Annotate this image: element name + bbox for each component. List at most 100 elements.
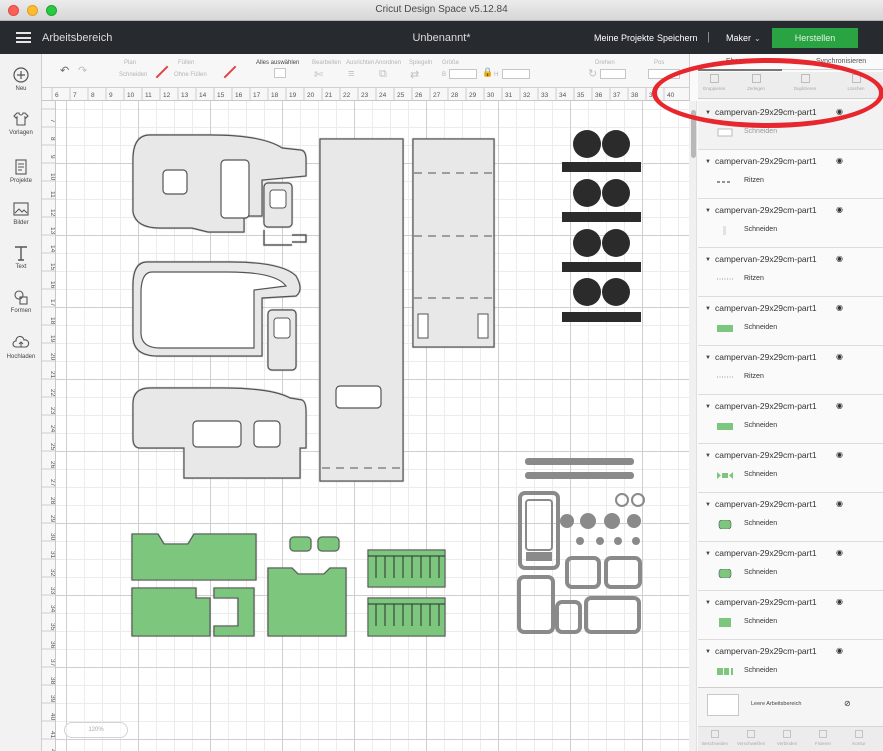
expand-caret-icon[interactable]: ▼ [705, 110, 711, 116]
flatten-button[interactable]: Fixieren [808, 730, 838, 746]
sidebar-item-images[interactable]: Bilder [0, 200, 42, 226]
sidebar-item-templates[interactable]: Vorlagen [0, 110, 42, 136]
position-input[interactable] [648, 69, 680, 79]
green-floor-part-1[interactable] [131, 533, 257, 581]
save-button[interactable]: Speichern [657, 33, 698, 43]
visibility-eye-icon[interactable]: ◉ [836, 450, 843, 459]
visibility-eye-icon[interactable]: ◉ [836, 597, 843, 606]
layer-row[interactable]: ▼ campervan-29x29cm-part1 ◉ Schneiden [698, 199, 883, 248]
visibility-eye-icon[interactable]: ◉ [836, 352, 843, 361]
folded-panel-part[interactable] [412, 138, 495, 348]
layer-row[interactable]: ▼ campervan-29x29cm-part1 ◉ Ritzen [698, 346, 883, 395]
select-all-button[interactable] [274, 68, 286, 78]
layer-swatch-score-dots[interactable] [717, 373, 733, 382]
fill-select[interactable]: Ohne Füllen [174, 72, 207, 78]
layer-swatch-green-pair[interactable] [717, 667, 733, 676]
linetype-color-swatch[interactable] [155, 65, 169, 79]
undo-icon[interactable]: ↶ [60, 64, 69, 77]
expand-caret-icon[interactable]: ▼ [705, 453, 711, 459]
layer-row[interactable]: ▼ campervan-29x29cm-part1 ◉ Ritzen [698, 150, 883, 199]
visibility-eye-icon[interactable]: ◉ [836, 548, 843, 557]
layer-swatch-outline-grey[interactable] [717, 128, 733, 137]
visibility-eye-icon[interactable]: ◉ [836, 303, 843, 312]
layer-operation[interactable]: Schneiden [744, 128, 777, 135]
sidebar-item-shapes[interactable]: Formen [0, 288, 42, 314]
edit-tools-icon[interactable]: ✄ [314, 68, 323, 81]
redo-icon[interactable]: ↷ [78, 64, 87, 77]
layer-operation[interactable]: Schneiden [744, 520, 777, 527]
expand-caret-icon[interactable]: ▼ [705, 600, 711, 606]
visibility-eye-icon[interactable]: ◉ [836, 107, 843, 116]
layers-scrollbar[interactable] [689, 101, 697, 751]
layer-operation[interactable]: Schneiden [744, 569, 777, 576]
layer-operation[interactable]: Schneiden [744, 667, 777, 674]
attach-button[interactable]: Verbinden [772, 730, 802, 746]
tall-panel-part[interactable] [319, 138, 404, 482]
design-canvas[interactable] [56, 101, 689, 751]
expand-caret-icon[interactable]: ▼ [705, 502, 711, 508]
expand-caret-icon[interactable]: ▼ [705, 649, 711, 655]
weld-button[interactable]: Verschweißen [736, 730, 766, 746]
sidebar-item-projects[interactable]: Projekte [0, 158, 42, 184]
fill-color-swatch[interactable] [223, 65, 237, 79]
rotate-icon[interactable]: ↻ [588, 67, 597, 80]
duplicate-button[interactable]: Duplizieren [791, 74, 819, 91]
layer-row[interactable]: ▼ campervan-29x29cm-part1 ◉ Schneiden [698, 297, 883, 346]
camper-wall-part-3[interactable] [132, 387, 307, 479]
layer-operation[interactable]: Schneiden [744, 618, 777, 625]
layer-row[interactable]: ▼ campervan-29x29cm-part1 ◉ Schneiden [698, 101, 883, 150]
visibility-eye-icon[interactable]: ◉ [836, 646, 843, 655]
rotate-input[interactable] [600, 69, 626, 79]
ungroup-button[interactable]: Zerlegen [742, 74, 770, 91]
grey-bars-part[interactable] [525, 458, 634, 479]
expand-caret-icon[interactable]: ▼ [705, 404, 711, 410]
layer-row[interactable]: ▼ campervan-29x29cm-part1 ◉ Schneiden [698, 493, 883, 542]
layer-swatch-green-rect[interactable] [717, 422, 733, 431]
tab-sync[interactable]: Synchronisieren [816, 58, 866, 65]
grey-dots-part[interactable] [560, 493, 645, 545]
black-wheels-part[interactable] [562, 130, 641, 322]
visibility-eye-icon[interactable]: ◉ [836, 205, 843, 214]
layer-swatch-score-dots[interactable] [717, 275, 733, 284]
layer-operation[interactable]: Ritzen [744, 373, 764, 380]
green-small-pads-part[interactable] [289, 536, 340, 552]
layer-row[interactable]: ▼ campervan-29x29cm-part1 ◉ Ritzen [698, 248, 883, 297]
lock-ratio-icon[interactable]: 🔒 [482, 67, 493, 78]
expand-caret-icon[interactable]: ▼ [705, 551, 711, 557]
visibility-eye-icon[interactable]: ◉ [836, 499, 843, 508]
visibility-eye-icon[interactable]: ◉ [836, 254, 843, 263]
layers-scrollbar-thumb[interactable] [691, 110, 696, 158]
layer-operation[interactable]: Ritzen [744, 275, 764, 282]
zoom-control[interactable]: 120% [64, 722, 128, 738]
expand-caret-icon[interactable]: ▼ [705, 159, 711, 165]
layer-operation[interactable]: Schneiden [744, 324, 777, 331]
layer-row[interactable]: ▼ campervan-29x29cm-part1 ◉ Schneiden [698, 444, 883, 493]
expand-caret-icon[interactable]: ▼ [705, 208, 711, 214]
expand-caret-icon[interactable]: ▼ [705, 257, 711, 263]
visibility-eye-icon[interactable]: ◉ [836, 401, 843, 410]
green-seat-part[interactable] [267, 567, 347, 637]
width-input[interactable] [449, 69, 477, 79]
visibility-eye-icon[interactable]: ◉ [836, 156, 843, 165]
flip-icon[interactable]: ⇄ [410, 68, 419, 81]
layer-operation[interactable]: Ritzen [744, 177, 764, 184]
sidebar-item-text[interactable]: Text [0, 244, 42, 270]
hamburger-menu-icon[interactable] [16, 32, 31, 43]
small-window-part-1[interactable] [263, 182, 307, 246]
layer-swatch-green-rounded[interactable] [717, 569, 733, 578]
layer-row[interactable]: ▼ campervan-29x29cm-part1 ◉ Schneiden [698, 542, 883, 591]
make-it-button[interactable]: Herstellen [772, 28, 858, 48]
linetype-select[interactable]: Schneiden [119, 72, 147, 78]
height-input[interactable] [502, 69, 530, 79]
expand-caret-icon[interactable]: ▼ [705, 306, 711, 312]
small-window-part-2[interactable] [267, 309, 297, 371]
hide-icon[interactable]: ⊘ [844, 699, 851, 708]
layer-operation[interactable]: Schneiden [744, 226, 777, 233]
layer-operation[interactable]: Schneiden [744, 422, 777, 429]
layer-operation[interactable]: Schneiden [744, 471, 777, 478]
slice-button[interactable]: Beschneiden [700, 730, 730, 746]
green-floor-part-2[interactable] [131, 587, 255, 637]
layer-row[interactable]: ▼ campervan-29x29cm-part1 ◉ Schneiden [698, 640, 883, 689]
layer-swatch-green-rect[interactable] [717, 324, 733, 333]
layer-swatch-green-bow[interactable] [717, 471, 733, 480]
